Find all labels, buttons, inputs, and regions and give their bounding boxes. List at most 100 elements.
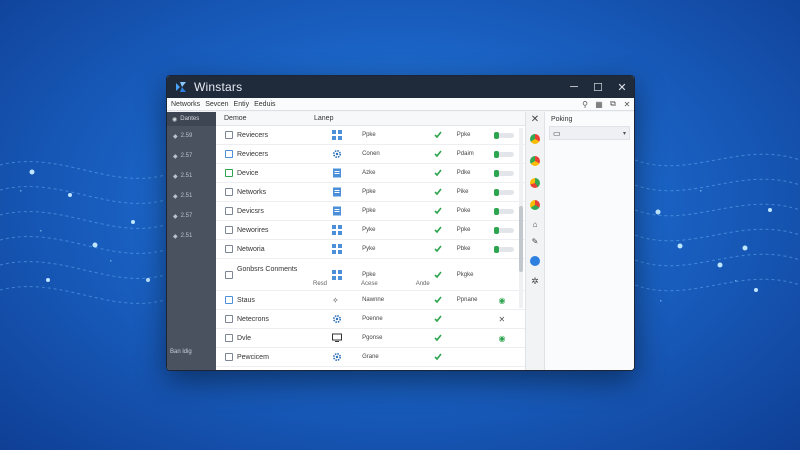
column-header-type[interactable]: Lanep [314,115,374,122]
column-header-name[interactable]: Demoe [216,115,314,122]
status-text: Ppke [362,271,376,278]
chevron-down-icon: ▾ [622,130,626,137]
table-row[interactable]: Gonbsrs Conments Ppke Pkgke Resd Acese Ande [216,259,525,291]
scrollbar-thumb[interactable] [519,206,523,272]
enable-toggle[interactable] [494,169,515,177]
sidebar-item[interactable]: ◆ 2.51 [167,226,216,246]
check-icon [419,207,457,215]
menu-sevcen[interactable]: Sevcen [205,101,228,108]
sidebar-header[interactable]: ◉ Dantes [167,112,216,126]
chrome-app-icon[interactable] [530,178,540,188]
close-button[interactable]: ✕ [610,76,634,98]
chrome-app-icon[interactable] [530,200,540,210]
enable-toggle[interactable] [494,245,515,253]
device-icon: ◆ [173,153,178,160]
row-checkbox[interactable] [225,188,233,196]
sidebar-item[interactable]: ◆ 2.51 [167,166,216,186]
device-icon: ◆ [173,233,178,240]
status-text: Ppke [362,208,376,214]
sidebar-footer[interactable]: Ban ldig [170,349,192,355]
sidebar-item[interactable]: ◆ 2.51 [167,186,216,206]
check-icon [419,131,457,139]
table-row[interactable]: Staus ✧ Nawnne Ppnane ◉ [216,291,525,310]
table-row[interactable]: Neworires Pyke Ppke [216,221,525,240]
close-icon[interactable]: ✕ [620,100,634,109]
device-name: Devicsrs [237,207,264,215]
device-name: Dvle [237,334,252,342]
table-row[interactable]: Device Azke Pdke [216,164,525,183]
panel-close-icon[interactable]: ✕ [531,114,539,128]
status-text: Ppke [362,189,376,195]
row-checkbox[interactable] [225,296,233,304]
bluetooth-icon[interactable] [530,256,540,266]
row-checkbox[interactable] [225,353,233,361]
chrome-app-icon[interactable] [530,156,540,166]
device-name: Reviecers [237,131,269,139]
table-row[interactable]: Reviecers Ppke Ppke [216,126,525,145]
enable-toggle[interactable] [494,188,515,196]
row-checkbox[interactable] [225,207,233,215]
row-subline: Resd Acese Ande [225,281,430,287]
enable-toggle[interactable] [494,226,515,234]
maximize-button[interactable]: ☐ [586,76,610,98]
restore-icon[interactable]: ⧉ [606,99,620,109]
sidebar-item[interactable]: ◆ 2.57 [167,146,216,166]
eye-icon[interactable]: ◉ [498,334,505,343]
settings-icon[interactable]: ✲ [531,276,539,287]
sidebar-item[interactable]: ◆ 2.57 [167,206,216,226]
check-icon [419,296,457,304]
status-text: Ppke [362,132,376,138]
device-name: Staus [237,296,255,304]
row-checkbox[interactable] [225,169,233,177]
right-panel-dropdown[interactable]: ▭ ▾ [549,126,630,140]
secondary-status: Ppke [456,227,471,233]
minimize-button[interactable]: ─ [562,76,586,98]
row-checkbox[interactable] [225,334,233,342]
table-row[interactable]: Networks Ppke Pike [216,183,525,202]
enable-toggle[interactable] [494,150,515,158]
status-text: Nawnne [362,297,385,303]
row-checkbox[interactable] [225,245,233,253]
row-checkbox[interactable] [225,315,233,323]
device-name: Netecrons [237,315,269,323]
row-checkbox[interactable] [225,226,233,234]
table-row[interactable]: Networia Pyke Pbke [216,240,525,259]
table-row[interactable]: Netecrons Poenne ✕ [216,310,525,329]
sidebar-item[interactable]: ◆ 2.59 [167,126,216,146]
sidebar-header-label: Dantes [180,116,200,122]
table-row[interactable]: Reviecers Conen Pdaim [216,145,525,164]
status-text: Conen [362,151,380,157]
device-table: Demoe Lanep Reviecers Ppke Ppke Reviecers Co… [216,112,526,370]
app-window: Winstars ─ ☐ ✕ Networks Sevcen Entiy Eed… [166,75,635,371]
table-row[interactable]: Pewcicem Grane [216,348,525,367]
menu-networks[interactable]: Networks [171,101,200,108]
status-text: Grane [362,354,379,360]
eye-icon[interactable]: ◉ [498,296,505,305]
menu-entiy[interactable]: Entiy [234,101,250,108]
vertical-scrollbar[interactable] [519,128,523,308]
sub-b: Acese [361,281,378,287]
tag-icon[interactable]: ⌂ [533,220,538,229]
table-row[interactable]: Dvle Pgonse ◉ [216,329,525,348]
sidebar-item-label: 2.51 [180,193,193,199]
device-icon: ◆ [173,193,178,200]
right-panel-title: Poking [551,115,573,123]
pen-icon[interactable]: ✎ [532,237,539,246]
menu-eeduis[interactable]: Eeduis [254,101,275,108]
grid-icon [313,244,362,254]
sub-c: Ande [415,281,430,287]
filter-icon[interactable]: ⚲ [578,100,592,109]
check-icon [419,169,457,177]
table-row[interactable]: Devicsrs Ppke Poke [216,202,525,221]
enable-toggle[interactable] [494,207,515,215]
check-icon [419,271,457,279]
x-icon[interactable]: ✕ [498,315,505,324]
grid-icon[interactable]: ▦ [592,100,606,109]
enable-toggle[interactable] [494,131,515,139]
row-checkbox[interactable] [225,150,233,158]
row-checkbox[interactable] [225,270,233,279]
monitor-icon [313,333,362,343]
chrome-app-icon[interactable] [530,134,540,144]
row-checkbox[interactable] [225,131,233,139]
devices-icon: ◉ [172,116,178,123]
